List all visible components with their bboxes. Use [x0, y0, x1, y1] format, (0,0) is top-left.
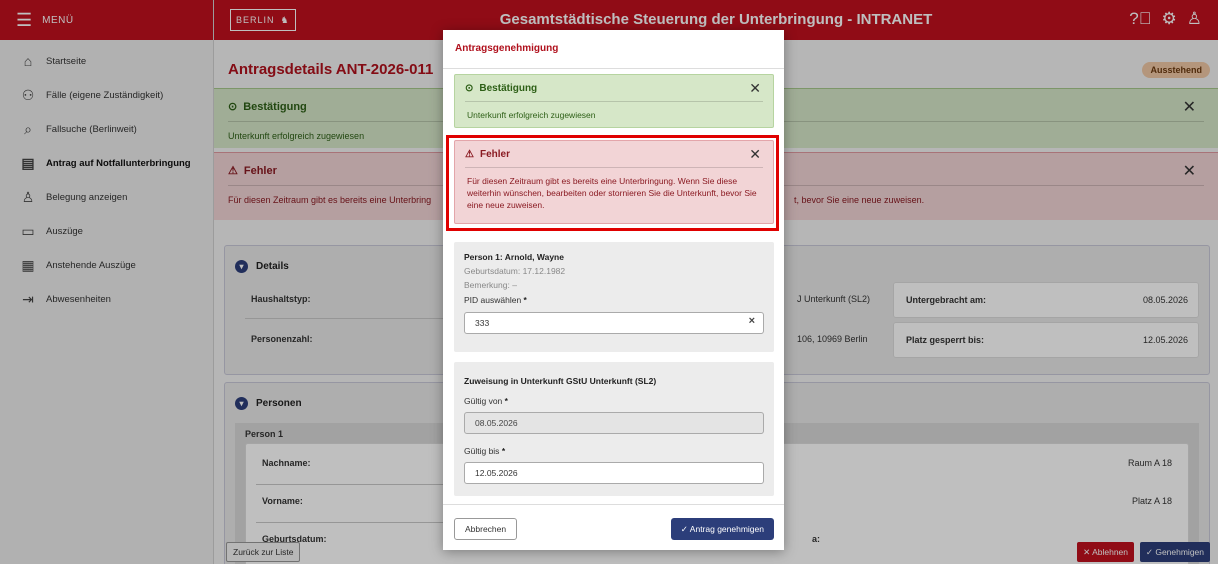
- modal-success-body: Unterkunft erfolgreich zugewiesen: [467, 110, 596, 120]
- approve-request-button[interactable]: ✓ Antrag genehmigen: [670, 518, 774, 540]
- valid-from-field: 08.05.2026: [464, 412, 764, 434]
- valid-to-field[interactable]: 12.05.2026: [464, 462, 764, 484]
- assignment-title: Zuweisung in Unterkunft GStU Unterkunft …: [464, 376, 657, 386]
- from-label: Gültig von: [464, 396, 503, 406]
- assignment-section: Zuweisung in Unterkunft GStU Unterkunft …: [454, 362, 774, 496]
- check-circle-icon: ⊙: [465, 83, 474, 94]
- person-remark: Bemerkung: –: [464, 280, 517, 290]
- pid-value: 333: [475, 318, 490, 328]
- to-value: 12.05.2026: [475, 468, 518, 478]
- person-name: Person 1: Arnold, Wayne: [464, 252, 564, 262]
- to-label: Gültig bis: [464, 446, 500, 456]
- modal-success-title: Bestätigung: [479, 83, 538, 94]
- person-section: Person 1: Arnold, Wayne Geburtsdatum: 17…: [454, 242, 774, 352]
- cancel-button[interactable]: Abbrechen: [454, 518, 518, 540]
- error-highlight-frame: [446, 135, 779, 231]
- clear-icon[interactable]: ×: [749, 311, 755, 331]
- approval-modal: Antragsgenehmigung ⊙ Bestätigung ✕ Unterk…: [443, 30, 784, 550]
- close-icon[interactable]: ✕: [749, 80, 761, 97]
- modal-title: Antragsgenehmigung: [455, 43, 559, 54]
- from-value: 08.05.2026: [475, 418, 518, 428]
- pid-label: PID auswählen: [464, 295, 522, 305]
- pid-select[interactable]: 333 ×: [464, 312, 764, 334]
- person-birth: Geburtsdatum: 17.12.1982: [464, 266, 566, 276]
- modal-success-alert: ⊙ Bestätigung ✕ Unterkunft erfolgreich zu…: [454, 74, 774, 128]
